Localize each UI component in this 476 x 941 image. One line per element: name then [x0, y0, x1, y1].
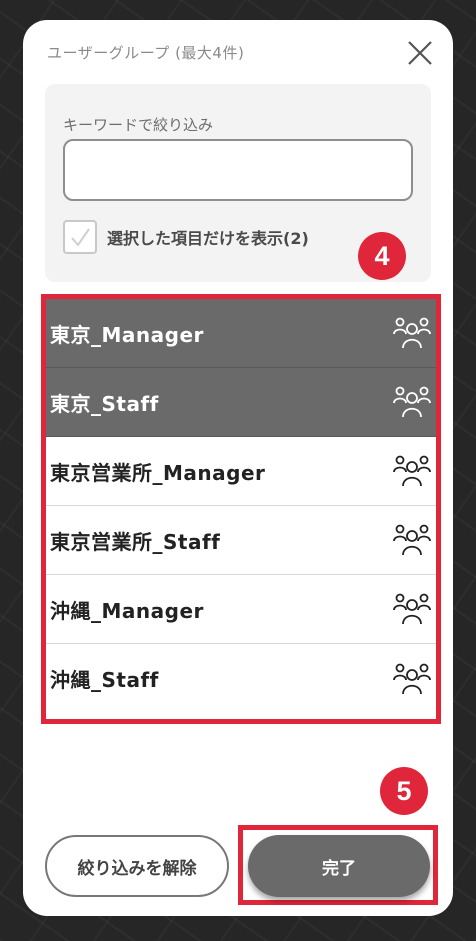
group-name: 沖縄_Manager — [50, 598, 204, 623]
show-selected-checkbox[interactable] — [63, 220, 97, 254]
user-group-icon — [392, 451, 432, 491]
show-selected-label: 選択した項目だけを表示(2) — [107, 229, 309, 248]
user-group-icon — [392, 520, 432, 560]
checkmark-icon — [71, 228, 90, 247]
step-badge-5: 5 — [380, 767, 428, 815]
list-item[interactable]: 沖縄_Staff — [46, 644, 436, 713]
group-name: 東京_Manager — [50, 322, 204, 347]
keyword-filter-input[interactable] — [63, 139, 413, 201]
done-button[interactable]: 完了 — [248, 835, 430, 897]
user-group-list: 東京_Manager 東京_Staff 東京営業所_Manager 東京営業所_… — [41, 294, 441, 724]
user-group-icon — [392, 589, 432, 629]
list-item[interactable]: 東京営業所_Manager — [46, 437, 436, 506]
close-icon — [408, 41, 432, 65]
list-item[interactable]: 東京_Staff — [46, 368, 436, 437]
keyword-filter-label: キーワードで絞り込み — [63, 116, 214, 134]
list-item[interactable]: 東京営業所_Staff — [46, 506, 436, 575]
user-group-dialog: ユーザーグループ (最大4件) キーワードで絞り込み 選択した項目だけを表示(2… — [23, 20, 453, 916]
group-name: 沖縄_Staff — [50, 668, 159, 692]
group-name: 東京営業所_Manager — [50, 460, 266, 485]
list-item[interactable]: 沖縄_Manager — [46, 575, 436, 644]
dialog-title: ユーザーグループ (最大4件) — [47, 44, 245, 62]
show-selected-toggle[interactable]: 選択した項目だけを表示(2) — [63, 220, 309, 254]
clear-filter-button[interactable]: 絞り込みを解除 — [45, 835, 229, 897]
list-item[interactable]: 東京_Manager — [46, 299, 436, 368]
close-button[interactable] — [403, 36, 437, 70]
group-name: 東京営業所_Staff — [50, 529, 221, 554]
user-group-icon — [392, 313, 432, 353]
user-group-icon — [392, 382, 432, 422]
step-badge-4: 4 — [358, 232, 406, 280]
group-name: 東京_Staff — [50, 391, 159, 416]
user-group-icon — [392, 659, 432, 699]
